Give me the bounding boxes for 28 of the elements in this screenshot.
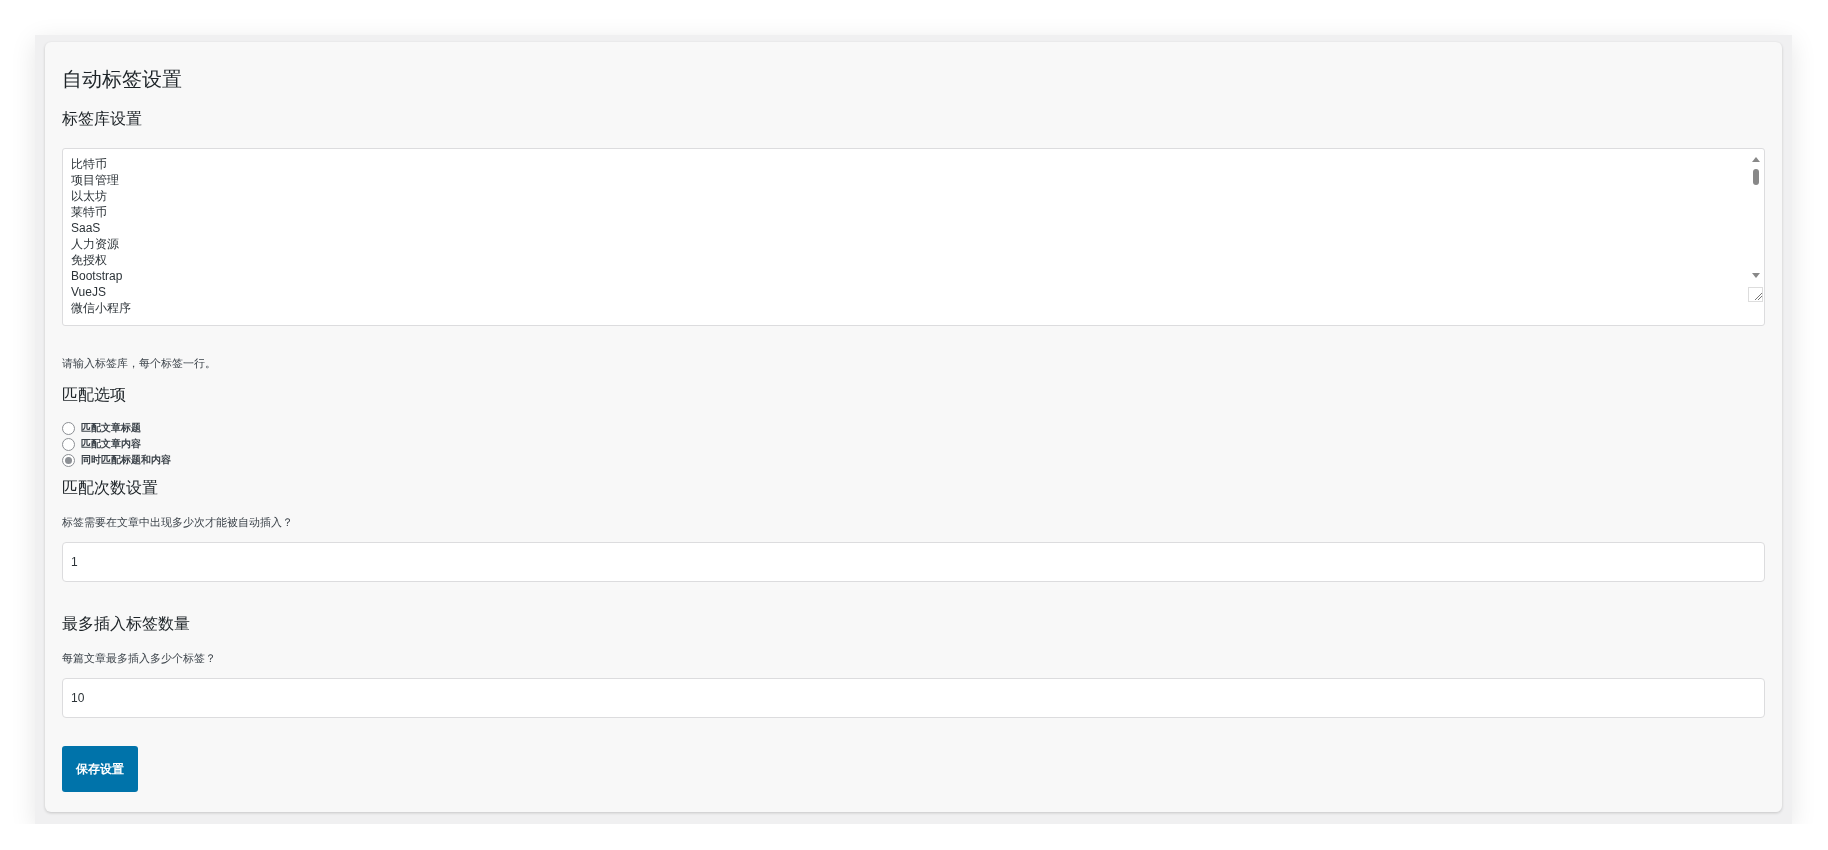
tag-line: VueJS xyxy=(71,284,107,300)
help-text: 请输入标签库，每个标签一行。 xyxy=(62,356,217,371)
radio-label: 匹配文章内容 xyxy=(81,437,141,451)
page-title: 自动标签设置 xyxy=(62,67,183,92)
input-field[interactable]: 1 xyxy=(62,542,1765,582)
tag-line: 微信小程序 xyxy=(71,300,132,316)
section-heading: 标签库设置 xyxy=(62,109,143,129)
tag-line: 免授权 xyxy=(71,252,108,268)
tag-line: 以太坊 xyxy=(71,188,108,204)
section-heading: 匹配选项 xyxy=(62,385,127,405)
section-heading: 匹配次数设置 xyxy=(62,478,159,498)
section-heading: 最多插入标签数量 xyxy=(62,614,191,634)
radio-button[interactable] xyxy=(62,421,75,435)
radio-button[interactable] xyxy=(62,437,75,451)
radio-button[interactable] xyxy=(62,453,75,467)
tag-line: 比特币 xyxy=(71,156,108,172)
tag-line: 项目管理 xyxy=(71,172,120,188)
tag-line: SaaS xyxy=(71,220,102,236)
tag-line: 人力资源 xyxy=(71,236,120,252)
radio-label: 同时匹配标题和内容 xyxy=(81,453,171,467)
radio-label: 匹配文章标题 xyxy=(81,421,141,435)
tag-line: 莱特币 xyxy=(71,204,108,220)
description-text: 每篇文章最多插入多少个标签？ xyxy=(62,651,217,666)
tag-library-field[interactable]: 比特币 项目管理 以太坊 莱特币 SaaS 人力资源 免授权 Bootstrap VueJS 微信小程序 xyxy=(62,148,1765,326)
description-text: 标签需要在文章中出现多少次才能被自动插入？ xyxy=(62,515,294,530)
input-field[interactable]: 10 xyxy=(62,678,1765,718)
tag-line: Bootstrap xyxy=(71,268,124,284)
save-button[interactable]: 保存设置 xyxy=(62,746,138,792)
